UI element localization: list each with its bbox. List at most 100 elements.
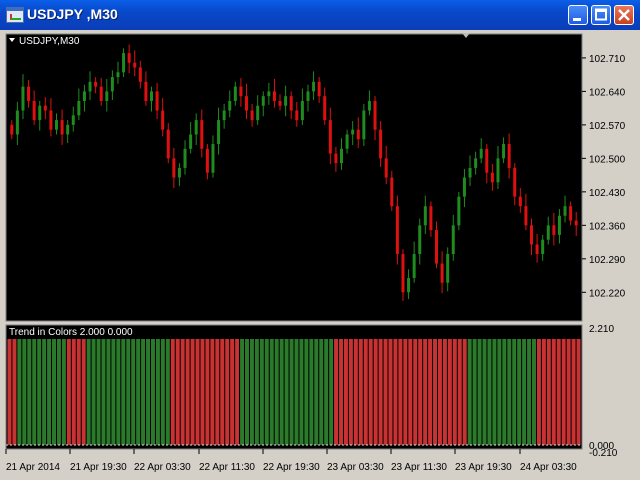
indicator-bar bbox=[17, 339, 22, 445]
indicator-bar bbox=[334, 339, 339, 445]
candle-body bbox=[384, 158, 388, 178]
indicator-bar bbox=[71, 339, 76, 445]
candle-body bbox=[395, 206, 399, 255]
indicator-bar bbox=[165, 339, 170, 445]
candle-body bbox=[233, 86, 237, 101]
indicator-bar bbox=[269, 339, 274, 445]
indicator-label: Trend in Colors 2.000 0.000 bbox=[9, 327, 133, 338]
candle-body bbox=[27, 86, 31, 101]
candle-body bbox=[278, 100, 282, 106]
indicator-bar bbox=[433, 339, 437, 445]
candle-body bbox=[462, 177, 466, 197]
candle-body bbox=[71, 115, 75, 125]
candle-body bbox=[423, 206, 427, 226]
candle-body bbox=[272, 91, 276, 101]
main-chart-background[interactable] bbox=[6, 34, 582, 321]
price-tick-label: 102.500 bbox=[589, 154, 626, 165]
indicator-bar bbox=[126, 339, 131, 445]
candle-body bbox=[10, 124, 14, 135]
indicator-bar bbox=[304, 339, 309, 445]
indicator-bar bbox=[556, 339, 561, 445]
indicator-bar bbox=[230, 339, 235, 445]
indicator-bar bbox=[388, 339, 393, 445]
candle-body bbox=[267, 91, 271, 97]
symbol-label: USDJPY,M30 bbox=[19, 36, 80, 47]
indicator-bar bbox=[452, 339, 457, 445]
price-tick-label: 102.220 bbox=[589, 288, 626, 299]
candle-body bbox=[43, 105, 47, 111]
close-button[interactable] bbox=[614, 5, 634, 25]
indicator-bar bbox=[299, 339, 304, 445]
indicator-bar bbox=[512, 339, 517, 445]
candle-body bbox=[418, 225, 422, 255]
candle-body bbox=[155, 91, 159, 111]
indicator-bar bbox=[76, 339, 81, 445]
indicator-bar bbox=[566, 339, 571, 445]
candle-body bbox=[435, 230, 438, 264]
minimize-icon bbox=[573, 18, 581, 21]
candle-body bbox=[546, 225, 550, 240]
indicator-bar bbox=[532, 339, 536, 445]
indicator-bar bbox=[200, 339, 205, 445]
indicator-bar bbox=[373, 339, 378, 445]
candle-body bbox=[15, 110, 19, 135]
candle-body bbox=[172, 158, 176, 178]
maximize-button[interactable] bbox=[591, 5, 611, 25]
indicator-bar bbox=[245, 339, 249, 445]
candle-body bbox=[261, 96, 265, 106]
window-titlebar[interactable]: USDJPY ,M30 bbox=[0, 0, 640, 31]
candle-body bbox=[32, 100, 36, 121]
candle-body bbox=[127, 53, 131, 63]
candle-body bbox=[256, 105, 260, 121]
indicator-bar bbox=[383, 339, 388, 445]
price-chart[interactable]: 102.710 102.640 102.570 102.500 102.430 102.3… bbox=[0, 30, 640, 480]
indicator-bar bbox=[289, 339, 294, 445]
candle-body bbox=[239, 86, 243, 97]
indicator-bar bbox=[215, 339, 220, 445]
time-axis: 21 Apr 2014 21 Apr 19:30 22 Apr 03:30 22 Ap… bbox=[5, 449, 577, 473]
indicator-bar bbox=[438, 339, 442, 445]
candle-body bbox=[150, 91, 153, 101]
candle-body bbox=[250, 110, 254, 121]
indicator-bar bbox=[393, 339, 398, 445]
candle-body bbox=[228, 100, 232, 111]
indicator-bar bbox=[249, 339, 254, 445]
indicator-bar bbox=[116, 339, 121, 445]
candle-body bbox=[88, 81, 92, 92]
candle-body bbox=[82, 91, 86, 101]
candle-body bbox=[390, 177, 394, 207]
indicator-bar bbox=[175, 339, 180, 445]
candle-body bbox=[300, 100, 304, 121]
indicator-axis: 2.2100.000-0.210 bbox=[589, 324, 618, 459]
candle-body bbox=[177, 167, 181, 178]
candle-body bbox=[66, 124, 70, 135]
candle-body bbox=[351, 129, 355, 135]
indicator-bar bbox=[502, 339, 507, 445]
candle-body bbox=[138, 67, 142, 82]
indicator-bar bbox=[418, 339, 423, 445]
candle-body bbox=[323, 96, 327, 121]
candle-body bbox=[557, 215, 561, 235]
candle-body bbox=[474, 158, 478, 168]
minimize-button[interactable] bbox=[568, 5, 588, 25]
candle-body bbox=[194, 120, 198, 135]
candle-body bbox=[574, 220, 578, 226]
candle-body bbox=[289, 96, 293, 111]
indicator-bar bbox=[22, 339, 27, 445]
indicator-bar bbox=[314, 339, 319, 445]
candle-body bbox=[94, 81, 98, 87]
indicator-bar bbox=[279, 339, 284, 445]
candle-body bbox=[116, 72, 120, 78]
price-tick-label: 102.570 bbox=[589, 121, 626, 132]
time-tick-label: 21 Apr 2014 bbox=[6, 462, 60, 473]
indicator-bar bbox=[309, 339, 314, 445]
window-title: USDJPY ,M30 bbox=[27, 6, 118, 22]
indicator-bar bbox=[517, 339, 522, 445]
indicator-bar bbox=[47, 339, 52, 445]
close-icon bbox=[618, 9, 630, 21]
indicator-bar bbox=[348, 339, 353, 445]
indicator-bar bbox=[368, 339, 373, 445]
candle-body bbox=[479, 148, 483, 159]
indicator-bar bbox=[259, 339, 264, 445]
time-tick-label: 22 Apr 11:30 bbox=[199, 462, 255, 473]
